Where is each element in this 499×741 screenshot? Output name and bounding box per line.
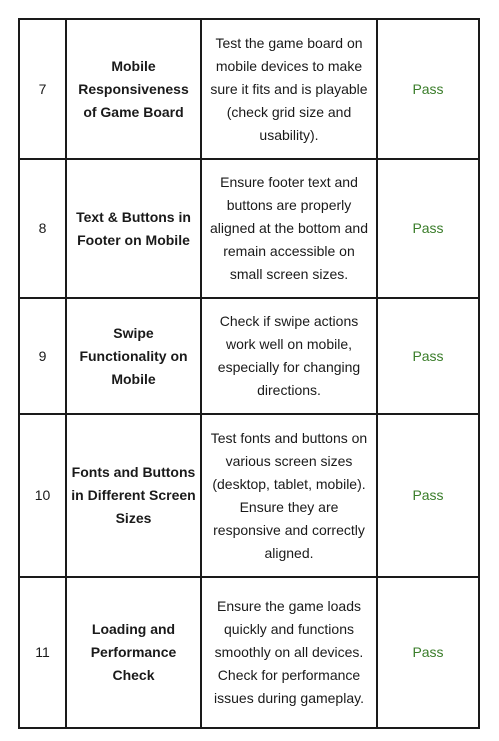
test-status-cell: Pass bbox=[376, 413, 480, 578]
test-id-cell: 11 bbox=[18, 576, 67, 729]
test-id-cell: 10 bbox=[18, 413, 67, 578]
test-name-cell: Loading and Performance Check bbox=[65, 576, 202, 729]
table-row: 10 Fonts and Buttons in Different Screen… bbox=[18, 413, 480, 578]
test-id-cell: 8 bbox=[18, 158, 67, 299]
test-description-cell: Ensure footer text and buttons are prope… bbox=[200, 158, 378, 299]
test-status-cell: Pass bbox=[376, 576, 480, 729]
table-row: 11 Loading and Performance Check Ensure … bbox=[18, 576, 480, 729]
test-description-cell: Test fonts and buttons on various screen… bbox=[200, 413, 378, 578]
test-description-cell: Ensure the game loads quickly and functi… bbox=[200, 576, 378, 729]
table-row: 7 Mobile Responsiveness of Game Board Te… bbox=[18, 18, 480, 160]
test-description-cell: Check if swipe actions work well on mobi… bbox=[200, 297, 378, 415]
test-status-cell: Pass bbox=[376, 18, 480, 160]
table-row: 8 Text & Buttons in Footer on Mobile Ens… bbox=[18, 158, 480, 299]
test-name-cell: Text & Buttons in Footer on Mobile bbox=[65, 158, 202, 299]
test-name-cell: Fonts and Buttons in Different Screen Si… bbox=[65, 413, 202, 578]
test-status-cell: Pass bbox=[376, 297, 480, 415]
test-status-cell: Pass bbox=[376, 158, 480, 299]
test-description-cell: Test the game board on mobile devices to… bbox=[200, 18, 378, 160]
table-row: 9 Swipe Functionality on Mobile Check if… bbox=[18, 297, 480, 415]
test-id-cell: 7 bbox=[18, 18, 67, 160]
test-results-table: 7 Mobile Responsiveness of Game Board Te… bbox=[18, 18, 480, 729]
test-name-cell: Mobile Responsiveness of Game Board bbox=[65, 18, 202, 160]
test-name-cell: Swipe Functionality on Mobile bbox=[65, 297, 202, 415]
test-id-cell: 9 bbox=[18, 297, 67, 415]
